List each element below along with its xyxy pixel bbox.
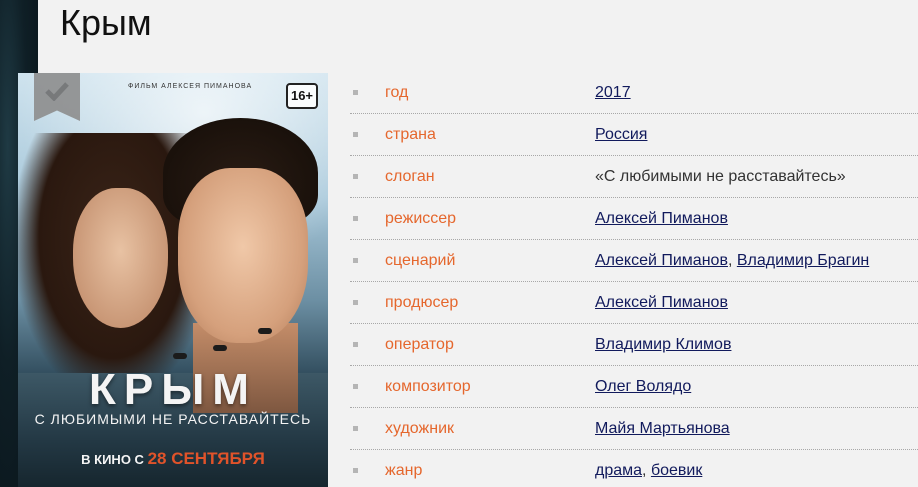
- poster-release-date: 28 СЕНТЯБРЯ: [147, 449, 265, 468]
- info-label: композитор: [385, 378, 471, 395]
- info-label: художник: [385, 420, 454, 437]
- poster-release: В КИНО С 28 СЕНТЯБРЯ: [18, 449, 328, 469]
- bullet-icon: [353, 132, 358, 137]
- info-row-director: режиссер Алексей Пиманов: [350, 198, 918, 240]
- movie-poster[interactable]: ФИЛЬМ АЛЕКСЕЯ ПИМАНОВА 16+ КРЫМ С ЛЮБИМЫ…: [18, 73, 328, 487]
- info-row-country: страна Россия: [350, 114, 918, 156]
- bullet-icon: [353, 216, 358, 221]
- artist-link[interactable]: Майя Мартьянова: [595, 420, 730, 437]
- info-row-year: год 2017: [350, 72, 918, 114]
- info-value: драма, боевик: [595, 462, 702, 480]
- info-label: страна: [385, 126, 436, 143]
- info-label: сценарий: [385, 252, 456, 269]
- producer-link[interactable]: Алексей Пиманов: [595, 294, 728, 311]
- info-value: Алексей Пиманов, Владимир Брагин: [595, 252, 869, 270]
- poster-helicopter: [258, 328, 272, 334]
- info-row-operator: оператор Владимир Климов: [350, 324, 918, 366]
- page-title: Крым: [60, 2, 152, 43]
- genre-link[interactable]: боевик: [651, 462, 702, 479]
- country-link[interactable]: Россия: [595, 126, 647, 143]
- poster-tagline: С ЛЮБИМЫМИ НЕ РАССТАВАЙТЕСЬ: [34, 411, 312, 427]
- poster-helicopter: [213, 345, 227, 351]
- info-label: режиссер: [385, 210, 457, 227]
- writer-link[interactable]: Алексей Пиманов: [595, 252, 728, 269]
- movie-info-table: год 2017 страна Россия слоган «С любимым…: [350, 72, 918, 487]
- info-row-producer: продюсер Алексей Пиманов: [350, 282, 918, 324]
- info-label: оператор: [385, 336, 454, 353]
- info-row-writer: сценарий Алексей Пиманов, Владимир Браги…: [350, 240, 918, 282]
- bullet-icon: [353, 384, 358, 389]
- poster-man-face: [178, 168, 308, 343]
- age-rating-badge: 16+: [286, 83, 318, 109]
- main-content: Крым ФИЛЬМ АЛЕКСЕЯ ПИМАНОВА 16+ КРЫМ С Л…: [18, 0, 918, 487]
- separator: ,: [642, 462, 647, 479]
- info-value: 2017: [595, 84, 631, 102]
- operator-link[interactable]: Владимир Климов: [595, 336, 731, 353]
- slogan-text: «С любимыми не расставайтесь»: [595, 168, 846, 185]
- bullet-icon: [353, 468, 358, 473]
- composer-link[interactable]: Олег Волядо: [595, 378, 691, 395]
- poster-helicopter: [173, 353, 187, 359]
- bullet-icon: [353, 426, 358, 431]
- bullet-icon: [353, 258, 358, 263]
- info-row-artist: художник Майя Мартьянова: [350, 408, 918, 450]
- info-value: Алексей Пиманов: [595, 210, 728, 228]
- info-row-genre: жанр драма, боевик: [350, 450, 918, 487]
- bullet-icon: [353, 174, 358, 179]
- info-value: Олег Волядо: [595, 378, 691, 396]
- writer-link[interactable]: Владимир Брагин: [737, 252, 869, 269]
- info-label: слоган: [385, 168, 435, 185]
- separator: ,: [727, 252, 733, 269]
- poster-title: КРЫМ: [89, 365, 257, 414]
- bullet-icon: [353, 300, 358, 305]
- genre-link[interactable]: драма: [595, 462, 642, 479]
- info-value: Алексей Пиманов: [595, 294, 728, 312]
- bullet-icon: [353, 90, 358, 95]
- director-link[interactable]: Алексей Пиманов: [595, 210, 728, 227]
- info-value: Майя Мартьянова: [595, 420, 730, 438]
- year-link[interactable]: 2017: [595, 84, 631, 101]
- info-value: Владимир Климов: [595, 336, 731, 354]
- info-value: Россия: [595, 126, 647, 144]
- bullet-icon: [353, 342, 358, 347]
- info-label: жанр: [385, 462, 423, 479]
- info-row-composer: композитор Олег Волядо: [350, 366, 918, 408]
- poster-release-prefix: В КИНО С: [81, 452, 144, 467]
- poster-woman-face: [73, 188, 168, 328]
- info-label: год: [385, 84, 409, 101]
- info-label: продюсер: [385, 294, 459, 311]
- poster-credit: ФИЛЬМ АЛЕКСЕЯ ПИМАНОВА: [128, 83, 253, 90]
- checkmark-icon: [45, 82, 69, 101]
- info-row-slogan: слоган «С любимыми не расставайтесь»: [350, 156, 918, 198]
